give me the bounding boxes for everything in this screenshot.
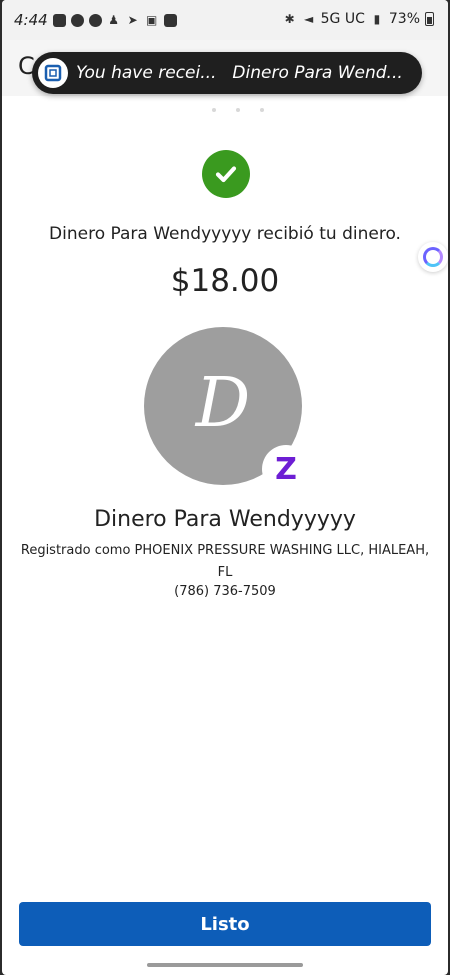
app-notification-icon: [70, 13, 84, 27]
app-screen: 4:44 ♟ ➤ ▣ ✱ ◄ 5G UC ▮ 73% C You have re…: [2, 0, 448, 975]
notification-toast[interactable]: You have recei... Dinero Para Wend...: [32, 52, 422, 94]
chase-logo-icon: [38, 58, 68, 88]
notification-title: You have recei...: [76, 63, 217, 83]
done-button[interactable]: Listo: [19, 902, 431, 946]
notification-subtitle: Dinero Para Wend...: [232, 63, 403, 83]
gallery-icon: ▣: [146, 13, 158, 27]
battery-icon: [425, 12, 434, 26]
zelle-letter: Z: [275, 451, 297, 487]
status-time: 4:44: [14, 11, 48, 29]
status-left: 4:44 ♟ ➤ ▣: [14, 11, 177, 29]
avatar-initial: D: [195, 363, 251, 443]
chase-notification-icon: [52, 13, 66, 27]
app-badge-icon: [163, 13, 177, 27]
page-dots: [212, 108, 264, 112]
telegram-icon: ➤: [127, 13, 138, 27]
status-right: ✱ ◄ 5G UC ▮ 73%: [283, 11, 434, 27]
recipient-phone: (786) 736-7509: [174, 584, 276, 599]
assistant-bubble-icon[interactable]: [418, 242, 448, 272]
app-notification-icon-2: [88, 13, 102, 27]
amount: $18.00: [170, 263, 280, 299]
dot: [236, 108, 240, 112]
success-check-icon: [202, 150, 250, 198]
status-bar: 4:44 ♟ ➤ ▣ ✱ ◄ 5G UC ▮ 73%: [2, 0, 448, 40]
confirmation-message: Dinero Para Wendyyyyy recibió tu dinero.: [49, 224, 401, 244]
network-label: 5G UC: [320, 11, 365, 27]
person-icon: ♟: [108, 13, 120, 27]
dot: [260, 108, 264, 112]
signal-icon: ▮: [373, 12, 381, 26]
recipient-name: Dinero Para Wendyyyyy: [94, 507, 356, 532]
mute-icon: ◄: [304, 12, 314, 26]
registered-as: Registrado como PHOENIX PRESSURE WASHING…: [20, 543, 430, 580]
battery-level: 73%: [388, 11, 420, 27]
home-indicator[interactable]: [147, 963, 303, 967]
dot: [212, 108, 216, 112]
bluetooth-icon: ✱: [284, 12, 295, 26]
zelle-badge-icon: Z: [262, 445, 310, 493]
